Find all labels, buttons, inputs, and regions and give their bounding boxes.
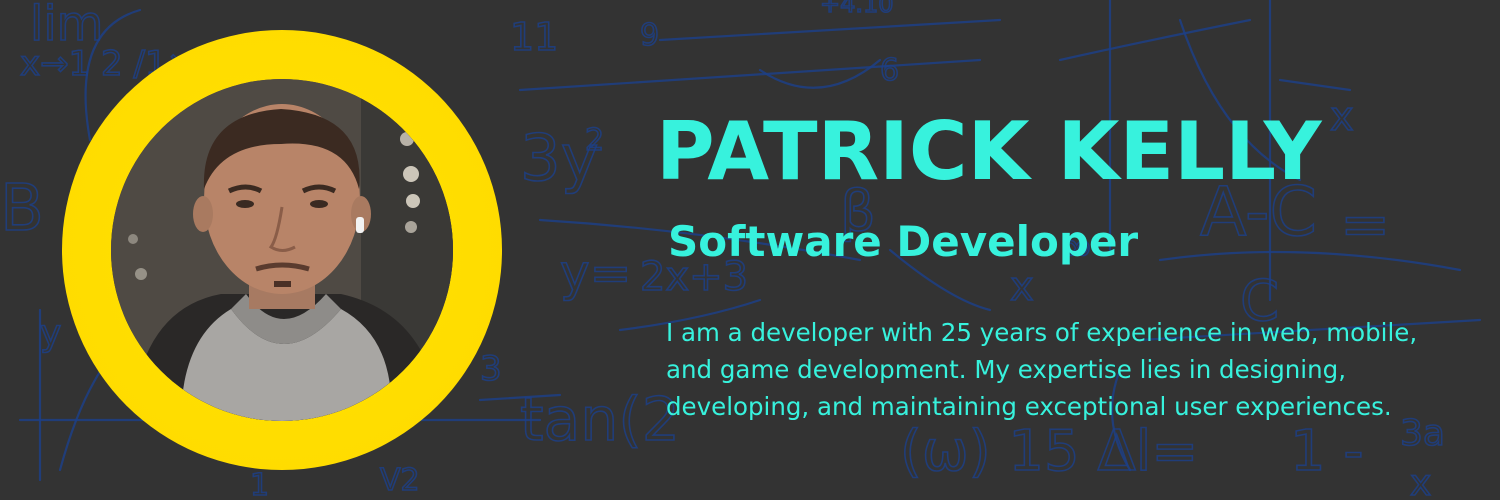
svg-text:9: 9: [640, 18, 659, 53]
svg-text:6: 6: [880, 53, 899, 88]
svg-text:3: 3: [480, 349, 502, 389]
profile-name: PATRICK KELLY: [656, 105, 1322, 198]
svg-text:(ω) 15 Δl=: (ω) 15 Δl=: [900, 419, 1198, 484]
svg-text:1: 1: [250, 468, 269, 500]
svg-text:B: B: [0, 172, 44, 246]
svg-text:1 -: 1 -: [1290, 419, 1364, 484]
svg-text:x: x: [1410, 463, 1431, 500]
profile-title: Software Developer: [668, 217, 1139, 266]
profile-bio: I am a developer with 25 years of experi…: [666, 318, 1418, 421]
avatar: [111, 79, 453, 421]
svg-text:x: x: [1010, 264, 1034, 310]
svg-text:=: =: [1340, 190, 1390, 260]
profile-banner: lim x→1 2 /1×3 11 9 6 +4.10 B y 3y 2 y= …: [0, 0, 1500, 500]
svg-text:y: y: [40, 313, 61, 354]
svg-text:y=: y=: [560, 244, 631, 302]
svg-text:V2: V2: [380, 463, 420, 498]
svg-text:+4.10: +4.10: [820, 0, 894, 18]
svg-text:2: 2: [585, 123, 604, 158]
svg-text:x: x: [1330, 94, 1354, 140]
svg-text:11: 11: [510, 15, 558, 59]
